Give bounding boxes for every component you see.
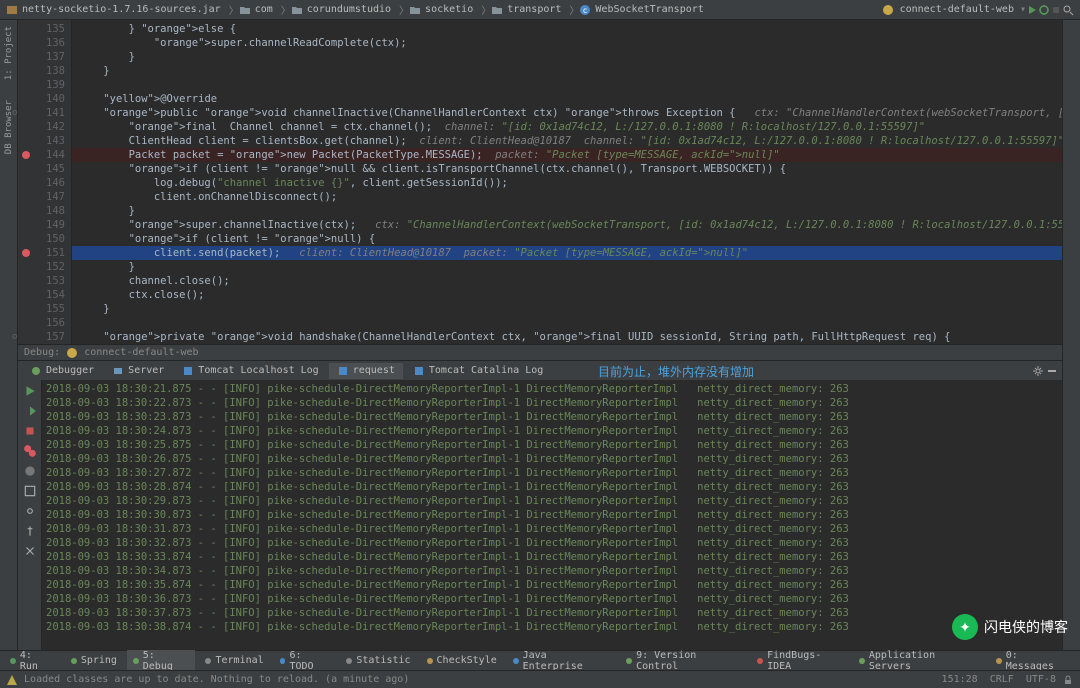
navigation-bar: netty-socketio-1.7.16-sources.jar 〉 com … [0, 0, 1080, 20]
watermark: ✦ 闪电侠的博客 [952, 614, 1068, 640]
debug-label: Debug: [24, 347, 60, 358]
pin-icon[interactable] [23, 524, 37, 538]
folder-icon [239, 4, 251, 16]
server-icon [112, 365, 124, 377]
folder-icon [291, 4, 303, 16]
jar-icon [6, 4, 18, 16]
tab-catalina-log[interactable]: Tomcat Catalina Log [405, 363, 551, 379]
settings-icon[interactable] [23, 504, 37, 518]
annotation-overlay: 目前为止，堆外内存没有增加 [598, 363, 754, 380]
right-tool-window-bar [1062, 20, 1080, 650]
search-icon[interactable] [1062, 4, 1074, 16]
stop-icon[interactable] [23, 424, 37, 438]
console-output[interactable]: 2018-09-03 18:30:21.875 - - [INFO] pike-… [42, 380, 1062, 650]
folder-icon [409, 4, 421, 16]
gear-icon[interactable] [1032, 365, 1044, 377]
rerun-icon[interactable] [23, 384, 37, 398]
breadcrumb[interactable]: transport [491, 4, 561, 16]
debug-tool-window-header[interactable]: Debug: connect-default-web [18, 344, 1062, 360]
close-icon[interactable] [23, 544, 37, 558]
wechat-icon: ✦ [952, 614, 978, 640]
svg-text:c: c [583, 6, 588, 15]
file-encoding[interactable]: UTF-8 [1026, 674, 1056, 685]
console-toolbar [18, 380, 42, 650]
breadcrumb[interactable]: netty-socketio-1.7.16-sources.jar [6, 4, 221, 16]
caret-position[interactable]: 151:28 [942, 674, 978, 685]
tab-debugger[interactable]: Debugger [22, 363, 102, 379]
minimize-icon[interactable] [1046, 365, 1058, 377]
folder-icon [491, 4, 503, 16]
status-bar: Loaded classes are up to date. Nothing t… [0, 670, 1080, 688]
stop-icon[interactable] [1050, 4, 1062, 16]
tool-window-checkstyle[interactable]: CheckStyle [421, 653, 503, 668]
tab-localhost-log[interactable]: Tomcat Localhost Log [174, 363, 326, 379]
tool-window-statistic[interactable]: Statistic [340, 653, 416, 668]
lock-icon[interactable] [1062, 674, 1074, 686]
resume-icon[interactable] [23, 404, 37, 418]
tool-window-bar: 4: RunSpring5: DebugTerminal6: TODOStati… [0, 650, 1080, 670]
mute-breakpoints-icon[interactable] [23, 464, 37, 478]
status-message: Loaded classes are up to date. Nothing t… [24, 674, 409, 685]
log-icon [337, 365, 349, 377]
breadcrumb[interactable]: socketio [409, 4, 473, 16]
run-configuration[interactable]: connect-default-web ▾ [882, 4, 1026, 16]
tomcat-icon [66, 347, 78, 359]
log-icon [413, 365, 425, 377]
gutter[interactable]: 1351361371381391401411421431441451461471… [18, 20, 72, 344]
breadcrumb[interactable]: cWebSocketTransport [579, 4, 703, 16]
debug-config-name: connect-default-web [84, 347, 198, 358]
tomcat-icon [882, 4, 894, 16]
warning-icon[interactable] [6, 674, 18, 686]
tool-window-terminal[interactable]: Terminal [199, 653, 269, 668]
tab-request[interactable]: request [329, 363, 403, 379]
breadcrumb[interactable]: corundumstudio [291, 4, 391, 16]
layout-icon[interactable] [23, 484, 37, 498]
breakpoints-icon[interactable] [23, 444, 37, 458]
line-separator[interactable]: CRLF [990, 674, 1014, 685]
tool-window-spring[interactable]: Spring [65, 653, 123, 668]
run-icon[interactable] [1026, 4, 1038, 16]
editor[interactable]: 1351361371381391401411421431441451461471… [18, 20, 1062, 344]
code-content[interactable]: } "orange">else { "orange">super.channel… [72, 20, 1062, 344]
log-icon [182, 365, 194, 377]
debug-icon[interactable] [1038, 4, 1050, 16]
breadcrumb[interactable]: com [239, 4, 273, 16]
project-tool-tab[interactable]: 1: Project [4, 26, 14, 80]
debug-inner-tabs: Debugger Server Tomcat Localhost Log req… [18, 360, 1062, 380]
tab-server[interactable]: Server [104, 363, 172, 379]
debugger-icon [30, 365, 42, 377]
class-icon: c [579, 4, 591, 16]
